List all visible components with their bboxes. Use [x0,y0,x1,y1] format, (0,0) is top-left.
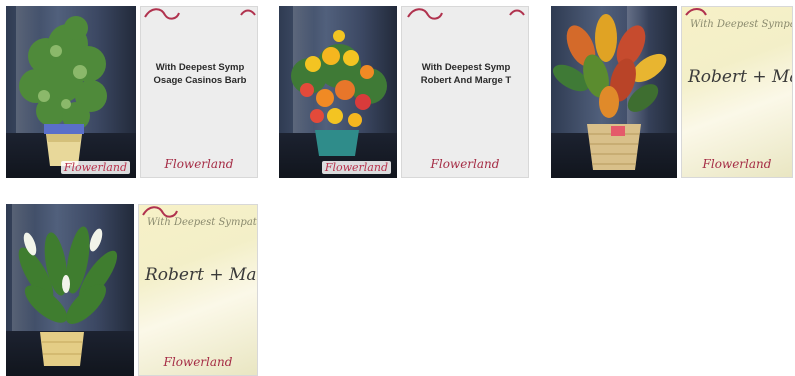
green-plant-image [19,16,107,166]
gallery-tile-1[interactable]: Flowerland With Deepest Symp Osage Casin… [6,6,258,178]
card-handwritten-names: Robert + Marge [688,67,792,87]
card-logo: Flowerland [702,157,772,171]
card-message-image[interactable]: With Deepest Symp Robert And Marge T Flo… [401,6,529,178]
arrangement-photo[interactable] [551,6,677,178]
card-logo: Flowerland [163,355,233,369]
arrangement-photo[interactable]: Flowerland [279,6,397,178]
card-line-1: With Deepest Symp [421,62,511,73]
card-line-2: Robert And Marge T [420,75,512,86]
swirl-ornament-icon [144,8,256,20]
brand-watermark: Flowerland [321,161,391,174]
card-logo: Flowerland [430,157,500,171]
card-header: With Deepest Sympath [147,217,258,228]
card-header: With Deepest Sympath [690,19,792,30]
card-printed-text: With Deepest Symp Robert And Marge T [408,61,524,87]
swirl-ornament-icon [407,8,525,20]
card-line-1: With Deepest Symp [155,62,245,73]
card-logo: Flowerland [164,157,234,171]
gallery-tile-3[interactable]: With Deepest Sympath Robert + Marge Flow… [551,6,793,178]
flower-arrangement-image [291,30,387,156]
arrangement-photo[interactable] [6,204,134,376]
peace-lily-image [18,226,118,366]
card-line-2: Osage Casinos Barb [153,75,247,86]
card-message-image[interactable]: With Deepest Sympath Robert + Marge T Fl… [138,204,258,376]
card-printed-text: With Deepest Symp Osage Casinos Barb [147,61,253,87]
card-message-image[interactable]: With Deepest Symp Osage Casinos Barb Flo… [140,6,258,178]
arrangement-photo[interactable]: Flowerland [6,6,136,178]
card-handwritten-names: Robert + Marge T [145,265,257,285]
gallery-tile-2[interactable]: Flowerland With Deepest Symp Robert And … [279,6,529,178]
gallery-tile-4[interactable]: With Deepest Sympath Robert + Marge T Fl… [6,204,258,376]
brand-watermark: Flowerland [60,161,130,174]
croton-plant-image [552,14,667,170]
card-message-image[interactable]: With Deepest Sympath Robert + Marge Flow… [681,6,793,178]
